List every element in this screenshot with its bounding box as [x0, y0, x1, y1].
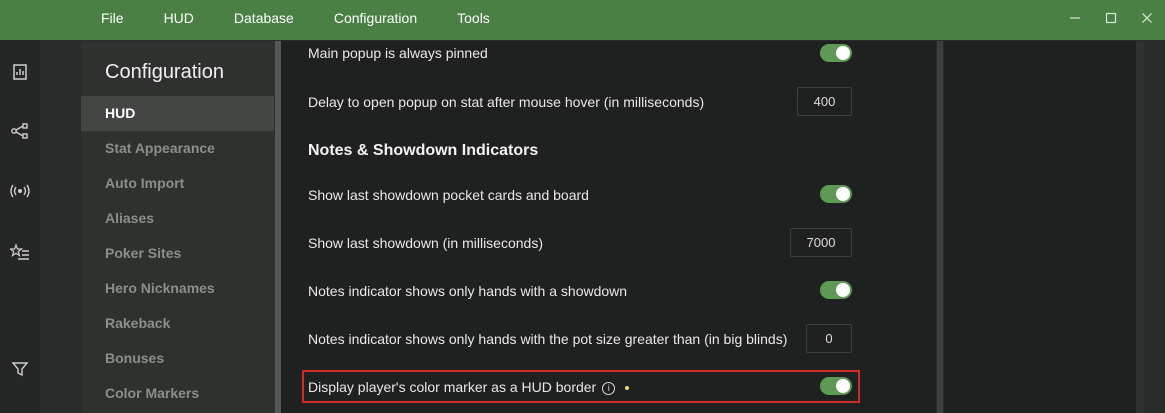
nav-item-poker-sites[interactable]: Poker Sites: [81, 236, 274, 271]
menu-database[interactable]: Database: [234, 10, 294, 26]
color-marker-toggle[interactable]: [820, 377, 852, 395]
showdown-cards-toggle[interactable]: [820, 185, 852, 203]
content-scrollbar[interactable]: [936, 41, 944, 413]
indicator-dot: [625, 386, 630, 391]
config-nav: HUD Stat Appearance Auto Import Aliases …: [81, 96, 274, 411]
settings-content: Main popup is always pinned Delay to ope…: [281, 41, 1136, 413]
minimize-icon[interactable]: [1057, 0, 1093, 36]
left-sidebar: [0, 0, 40, 413]
nav-item-bonuses[interactable]: Bonuses: [81, 341, 274, 376]
nav-item-rakeback[interactable]: Rakeback: [81, 306, 274, 341]
notes-showdown-toggle[interactable]: [820, 281, 852, 299]
setting-showdown-ms-label: Show last showdown (in milliseconds): [308, 235, 543, 251]
close-icon[interactable]: [1129, 0, 1165, 36]
delay-input[interactable]: 400: [797, 87, 852, 116]
maximize-icon[interactable]: [1093, 0, 1129, 36]
menu-file[interactable]: File: [101, 10, 124, 26]
star-list-icon[interactable]: [8, 240, 32, 264]
menu-configuration[interactable]: Configuration: [334, 10, 417, 26]
configuration-panel: Configuration HUD Stat Appearance Auto I…: [81, 41, 1144, 413]
nav-item-auto-import[interactable]: Auto Import: [81, 166, 274, 201]
info-icon[interactable]: i: [602, 381, 616, 395]
popup-pinned-toggle[interactable]: [820, 44, 852, 62]
showdown-ms-input[interactable]: 7000: [790, 228, 852, 257]
filter-icon[interactable]: [8, 357, 32, 381]
setting-showdown-cards-label: Show last showdown pocket cards and boar…: [308, 187, 589, 203]
nav-item-hud[interactable]: HUD: [81, 96, 274, 131]
setting-popup-pinned-label: Main popup is always pinned: [308, 45, 488, 61]
menu-tools[interactable]: Tools: [457, 10, 490, 26]
section-title: Notes & Showdown Indicators: [308, 142, 539, 159]
window-controls: [1057, 0, 1165, 36]
broadcast-icon[interactable]: [8, 179, 32, 203]
main-menu: File HUD Database Configuration Tools: [80, 0, 509, 36]
nav-item-hero-nicknames[interactable]: Hero Nicknames: [81, 271, 274, 306]
share-network-icon[interactable]: [8, 119, 32, 143]
setting-notes-pot-size-label: Notes indicator shows only hands with th…: [308, 331, 788, 347]
title-bar: File HUD Database Configuration Tools: [0, 0, 1165, 40]
nav-item-color-markers[interactable]: Color Markers: [81, 376, 274, 411]
setting-notes-showdown-label: Notes indicator shows only hands with a …: [308, 283, 628, 299]
content-scrollbar-thumb[interactable]: [937, 41, 943, 413]
nav-item-aliases[interactable]: Aliases: [81, 201, 274, 236]
report-icon[interactable]: [8, 60, 32, 84]
page-title: Configuration: [105, 61, 224, 83]
setting-color-marker-row: Display player's color marker as a HUD b…: [308, 379, 858, 395]
notes-pot-size-input[interactable]: 0: [806, 324, 852, 353]
setting-delay-label: Delay to open popup on stat after mouse …: [308, 94, 705, 110]
menu-hud[interactable]: HUD: [164, 10, 194, 26]
setting-color-marker-label: Display player's color marker as a HUD b…: [308, 379, 597, 395]
nav-item-stat-appearance[interactable]: Stat Appearance: [81, 131, 274, 166]
